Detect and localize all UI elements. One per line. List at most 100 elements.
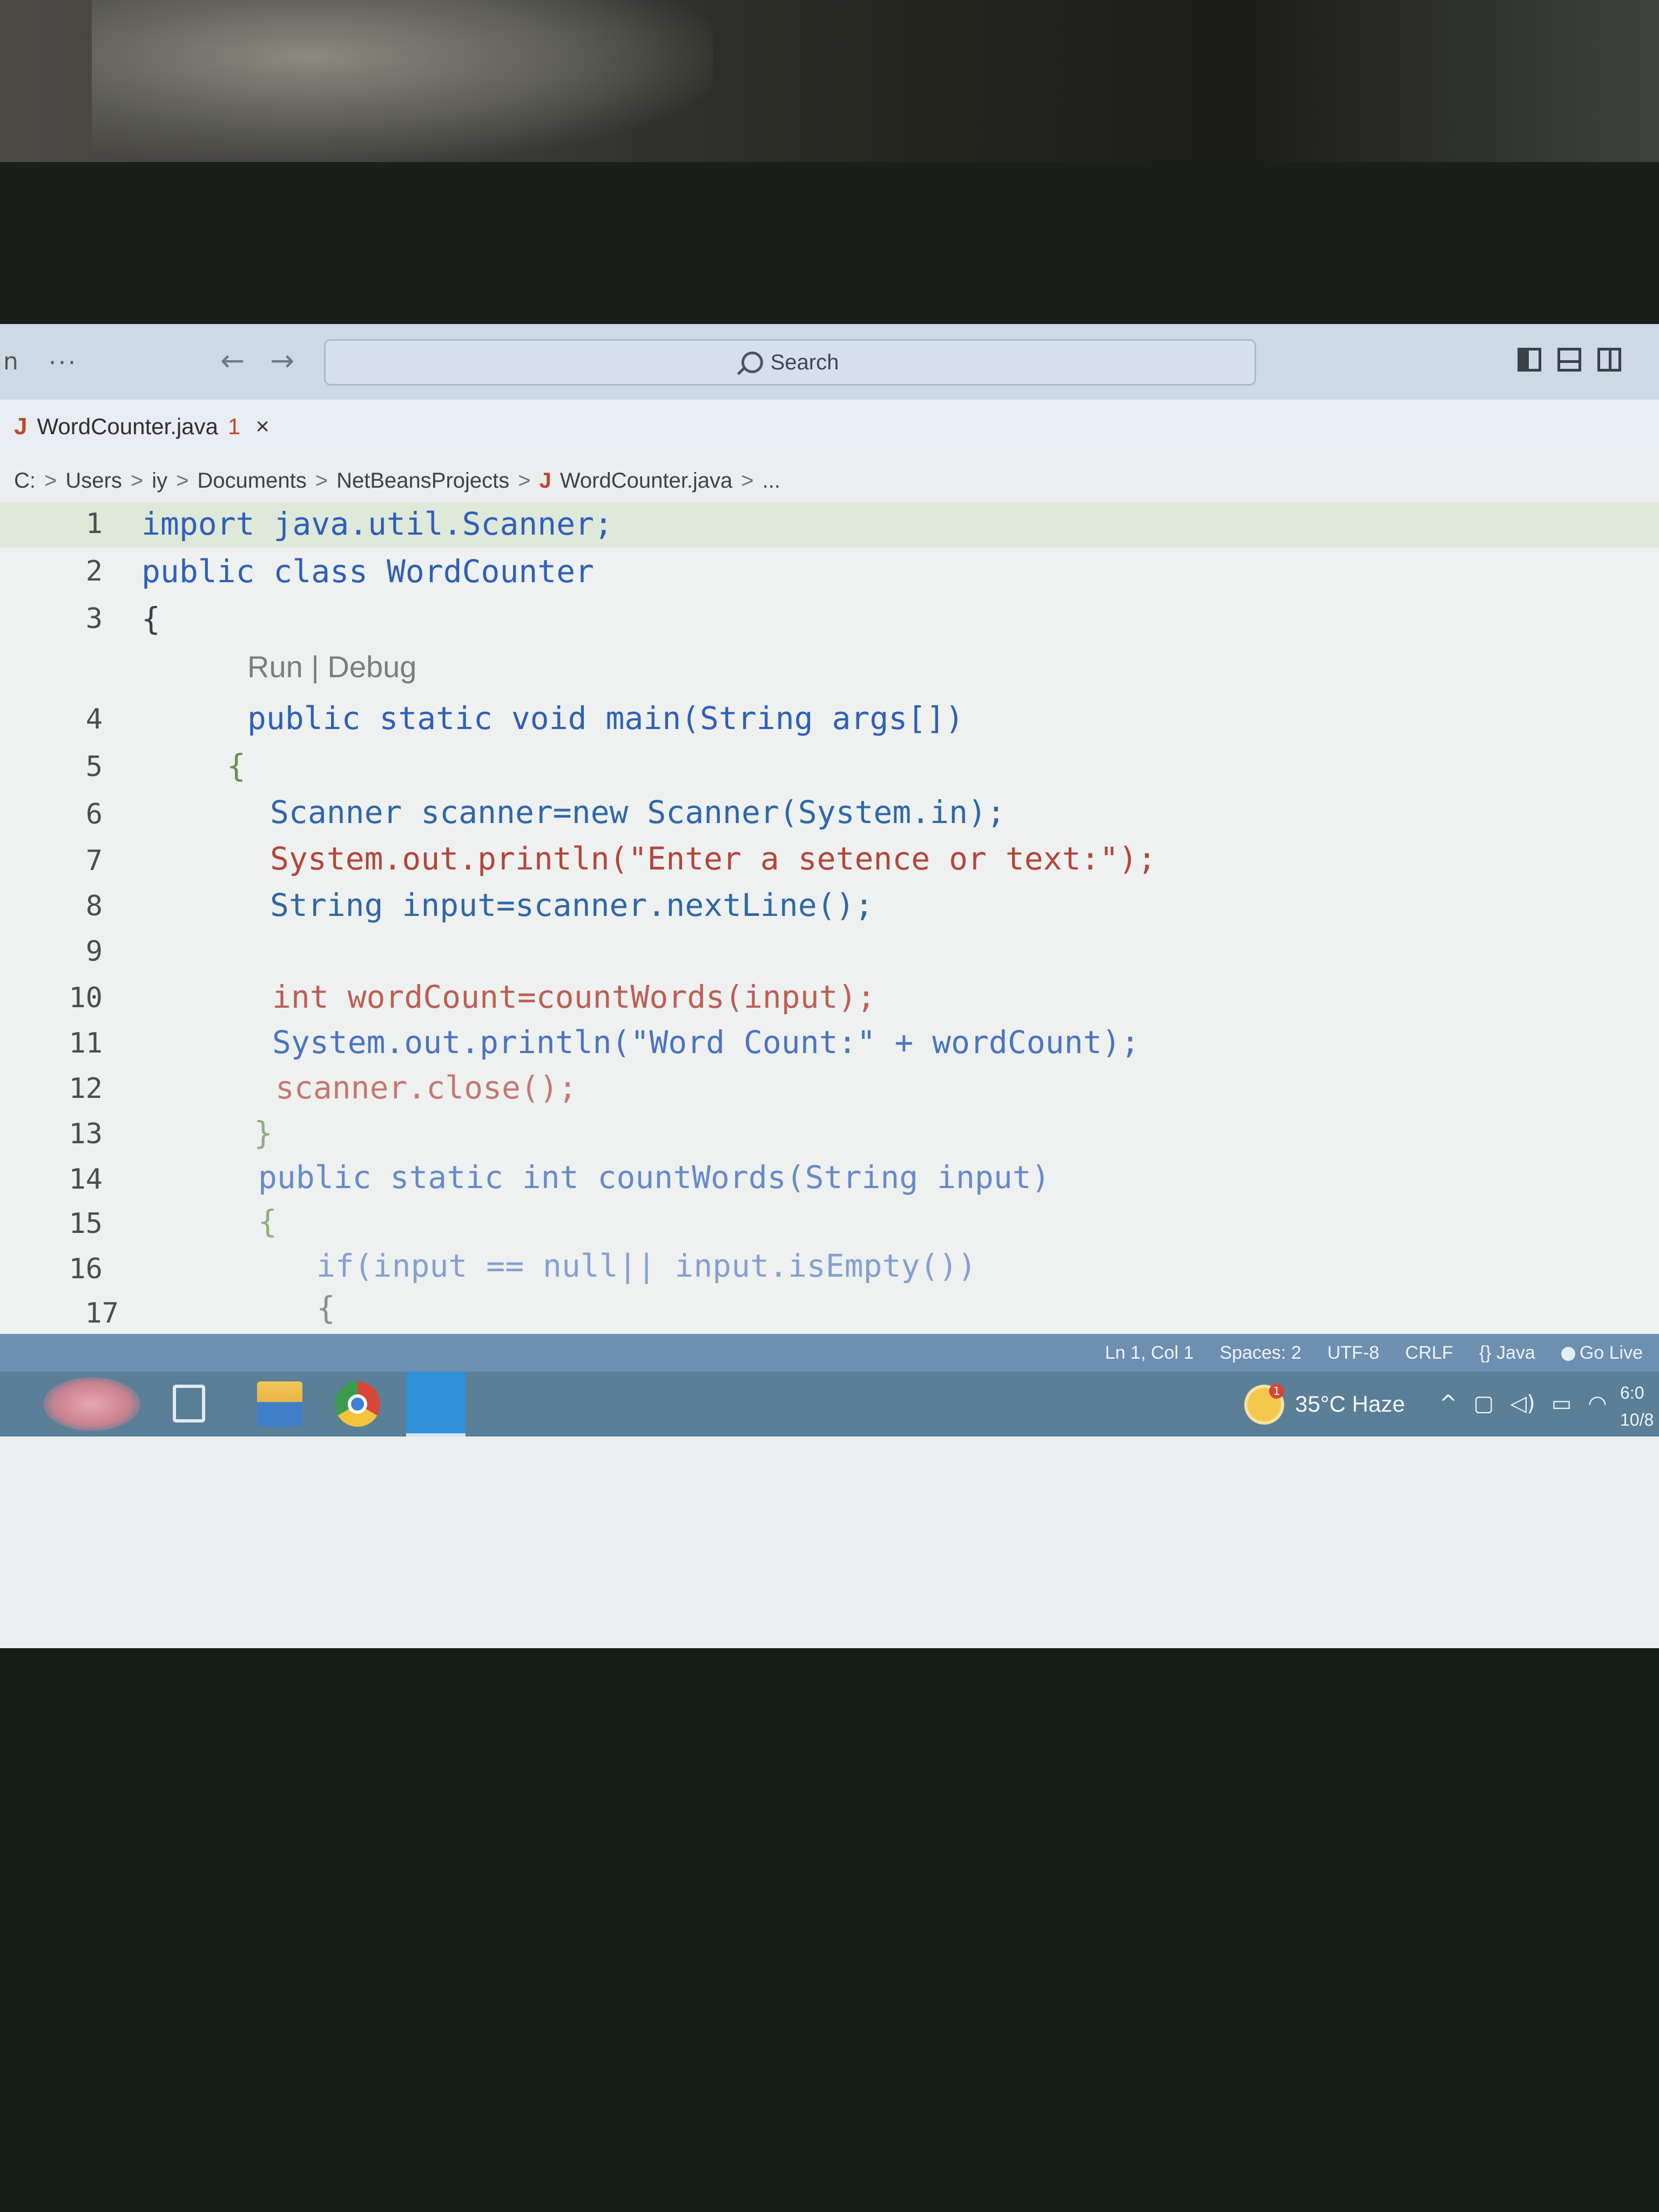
code-line-1[interactable]: import java.util.Scanner; — [141, 505, 613, 542]
forward-arrow-icon[interactable]: → — [270, 343, 294, 377]
code-token: } — [254, 1115, 273, 1151]
code-line-11[interactable]: System.out.println("Word Count:" + wordC… — [272, 1024, 1139, 1061]
breadcrumb-item-user[interactable]: iy — [152, 469, 167, 493]
menu-letter[interactable]: n — [3, 348, 18, 375]
broadcast-icon — [1561, 1346, 1575, 1361]
system-tray: ^ ▢ ◁) ▭ ◠ — [1439, 1391, 1607, 1416]
breadcrumb-item-drive[interactable]: C: — [14, 469, 36, 493]
more-menu-icon[interactable]: ... — [49, 342, 78, 370]
file-explorer-icon[interactable] — [257, 1381, 302, 1427]
breadcrumb-item-netbeansprojects[interactable]: NetBeansProjects — [336, 469, 509, 493]
go-live-label: Go Live — [1579, 1342, 1643, 1363]
code-line-12[interactable]: scanner.close(); — [275, 1069, 577, 1106]
battery-icon[interactable]: ▭ — [1552, 1391, 1572, 1416]
vscode-window: n ... ← → Search J WordCounter.java 1 × … — [0, 324, 1659, 1648]
end-of-line[interactable]: CRLF — [1405, 1343, 1453, 1364]
code-token: public static void main(String args[]) — [247, 700, 964, 737]
chevron-right-icon: > — [315, 468, 328, 493]
editor-tab-bar: J WordCounter.java 1 × — [0, 400, 1659, 454]
line-number: 8 — [85, 890, 103, 922]
code-line-15[interactable]: { — [258, 1203, 277, 1240]
code-line-16[interactable]: if(input == null|| input.isEmpty()) — [316, 1247, 976, 1284]
code-token: import java.util.Scanner; — [141, 505, 613, 542]
monitor-lower-bezel — [0, 1653, 1659, 2212]
toggle-panel-icon[interactable] — [1557, 348, 1581, 372]
code-line-2[interactable]: public class WordCounter — [141, 553, 594, 590]
tab-wordcounter-java[interactable]: J WordCounter.java 1 × — [0, 400, 269, 454]
cursor-position[interactable]: Ln 1, Col 1 — [1105, 1343, 1193, 1364]
code-line-4[interactable]: public static void main(String args[]) — [247, 700, 964, 737]
code-line-13[interactable]: } — [254, 1115, 273, 1151]
chrome-icon[interactable] — [335, 1381, 380, 1427]
code-token: System.out.println("Word Count:" + wordC… — [272, 1024, 1140, 1061]
chevron-right-icon: > — [44, 468, 57, 493]
chevron-right-icon: > — [176, 468, 189, 493]
code-token: { — [316, 1290, 335, 1326]
code-line-3[interactable]: { — [141, 601, 160, 637]
line-number: 2 — [85, 555, 103, 588]
code-token: { — [227, 747, 246, 784]
line-number: 1 — [85, 508, 103, 540]
chevron-right-icon: > — [741, 468, 754, 493]
layout-controls — [1518, 348, 1621, 372]
line-number: 9 — [85, 935, 103, 968]
back-arrow-icon[interactable]: ← — [220, 343, 245, 377]
code-line-5[interactable]: { — [227, 747, 246, 784]
code-token: if(input == null|| input.isEmpty()) — [316, 1247, 977, 1284]
line-number: 15 — [69, 1208, 103, 1240]
meet-now-icon[interactable]: ▢ — [1474, 1391, 1494, 1416]
line-number: 16 — [69, 1253, 103, 1285]
code-line-17[interactable]: { — [316, 1290, 335, 1326]
java-file-icon: J — [539, 468, 551, 493]
go-live-button[interactable]: Go Live — [1561, 1343, 1643, 1364]
problems-count-badge: 1 — [227, 414, 241, 439]
code-line-14[interactable]: public static int countWords(String inpu… — [258, 1159, 1050, 1196]
encoding[interactable]: UTF-8 — [1327, 1343, 1379, 1364]
code-token: String input=scanner.nextLine(); — [270, 887, 874, 923]
wifi-icon[interactable]: ◠ — [1588, 1391, 1607, 1416]
clock[interactable]: 6:0 10/8 — [1620, 1379, 1654, 1433]
command-center-search[interactable]: Search — [324, 339, 1256, 386]
code-token: { — [258, 1203, 277, 1240]
code-token: scanner.close(); — [275, 1069, 577, 1106]
code-token: int wordCount=countWords(input); — [272, 979, 876, 1015]
language-mode[interactable]: {} Java — [1479, 1343, 1535, 1364]
breadcrumb: C: > Users > iy > Documents > NetBeansPr… — [14, 459, 780, 502]
vscode-icon[interactable] — [406, 1372, 466, 1437]
run-debug-codelens[interactable]: Run | Debug — [247, 649, 416, 684]
line-number: 3 — [85, 603, 103, 635]
monitor-bezel — [0, 162, 1659, 324]
title-bar: n ... ← → Search — [0, 324, 1659, 400]
volume-icon[interactable]: ◁) — [1510, 1391, 1535, 1416]
chevron-up-icon[interactable]: ^ — [1439, 1391, 1458, 1416]
clock-date: 10/8 — [1620, 1410, 1654, 1429]
code-token: System.out.println("Enter a setence or t… — [270, 840, 1157, 877]
clock-time: 6:0 — [1620, 1383, 1644, 1402]
java-file-icon: J — [14, 413, 28, 440]
weather-widget[interactable]: 35°C Haze — [1295, 1391, 1405, 1417]
line-number: 12 — [69, 1073, 103, 1105]
code-line-7[interactable]: System.out.println("Enter a setence or t… — [270, 840, 1156, 877]
indentation[interactable]: Spaces: 2 — [1219, 1343, 1301, 1364]
code-line-8[interactable]: String input=scanner.nextLine(); — [270, 887, 873, 923]
code-line-6[interactable]: Scanner scanner=new Scanner(System.in); — [270, 794, 1006, 831]
windows-taskbar: 1 35°C Haze ^ ▢ ◁) ▭ ◠ 6:0 10/8 — [0, 1372, 1659, 1437]
photo-blurred-object — [92, 0, 713, 162]
breadcrumb-item-symbols[interactable]: ... — [763, 469, 780, 493]
code-token: public static int countWords(String inpu… — [258, 1159, 1050, 1196]
tab-filename: WordCounter.java — [37, 414, 218, 439]
search-icon — [741, 352, 763, 373]
breadcrumb-item-file[interactable]: WordCounter.java — [560, 469, 732, 493]
toggle-primary-sidebar-icon[interactable] — [1518, 348, 1541, 372]
task-view-icon[interactable] — [173, 1385, 205, 1422]
status-bar: Ln 1, Col 1 Spaces: 2 UTF-8 CRLF {} Java… — [0, 1334, 1659, 1372]
breadcrumb-item-documents[interactable]: Documents — [197, 469, 306, 493]
line-number: 4 — [85, 703, 103, 736]
line-number: 14 — [69, 1163, 103, 1196]
octopus-app-icon[interactable] — [43, 1377, 140, 1431]
breadcrumb-item-users[interactable]: Users — [65, 469, 122, 493]
toggle-secondary-sidebar-icon[interactable] — [1597, 348, 1621, 372]
code-editor[interactable]: 1 2 3 4 5 6 7 8 9 10 11 12 13 14 15 16 1… — [0, 502, 1659, 1334]
code-line-10[interactable]: int wordCount=countWords(input); — [272, 979, 875, 1015]
close-icon[interactable]: × — [255, 413, 269, 440]
